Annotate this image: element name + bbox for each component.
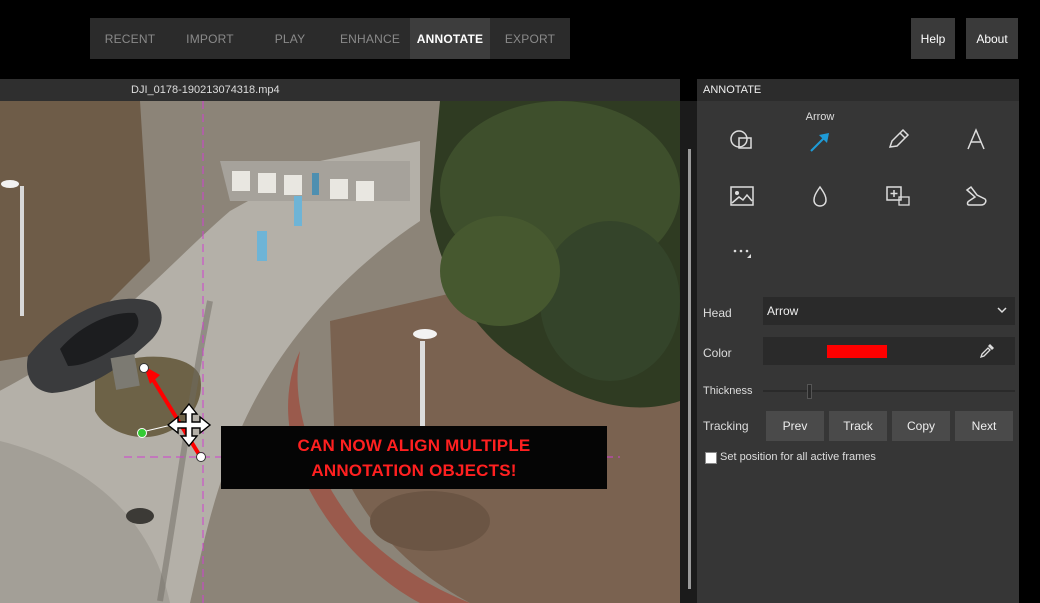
- text-icon: [967, 128, 985, 150]
- pencil-tool-button[interactable]: [873, 117, 923, 161]
- about-button[interactable]: About: [966, 18, 1018, 59]
- panel-title: ANNOTATE: [697, 79, 1019, 101]
- spotlight-icon: [965, 185, 987, 206]
- annotation-text-banner[interactable]: CAN NOW ALIGN MULTIPLE ANNOTATION OBJECT…: [221, 426, 607, 489]
- head-select[interactable]: Arrow: [763, 297, 1015, 325]
- tracking-label: Tracking: [703, 419, 749, 433]
- spotlight-tool-button[interactable]: [951, 174, 1001, 218]
- video-filename: DJI_0178-190213074318.mp4: [131, 84, 280, 96]
- video-scrollbar[interactable]: [680, 101, 697, 603]
- prev-button[interactable]: Prev: [766, 411, 824, 441]
- pencil-icon: [888, 128, 910, 148]
- color-label: Color: [703, 346, 732, 360]
- eyedropper-icon[interactable]: [979, 343, 995, 359]
- copy-button[interactable]: Copy: [892, 411, 950, 441]
- tab-export[interactable]: EXPORT: [490, 18, 570, 59]
- banner-line-2: ANNOTATION OBJECTS!: [311, 461, 517, 480]
- magnify-tool-button[interactable]: [873, 174, 923, 218]
- more-tools-button[interactable]: [717, 231, 767, 275]
- banner-line-1: CAN NOW ALIGN MULTIPLE: [297, 436, 531, 455]
- text-tool-button[interactable]: [951, 117, 1001, 161]
- track-button[interactable]: Track: [829, 411, 887, 441]
- video-canvas[interactable]: CAN NOW ALIGN MULTIPLE ANNOTATION OBJECT…: [0, 101, 680, 603]
- video-file-header: DJI_0178-190213074318.mp4: [0, 79, 680, 101]
- tab-play[interactable]: PLAY: [250, 18, 330, 59]
- color-field[interactable]: [763, 337, 1015, 365]
- tab-recent[interactable]: RECENT: [90, 18, 170, 59]
- move-cursor-icon: [166, 402, 212, 448]
- arrow-tool-label: Arrow: [805, 111, 835, 123]
- blur-drop-icon: [813, 185, 827, 207]
- image-icon: [730, 186, 754, 206]
- color-swatch[interactable]: [827, 345, 887, 358]
- annotate-panel: ANNOTATE Arrow Head Arrow Color Thicknes…: [697, 79, 1019, 603]
- image-tool-button[interactable]: [717, 174, 767, 218]
- set-position-label: Set position for all active frames: [720, 451, 876, 463]
- arrow-tool-button[interactable]: Arrow: [795, 111, 845, 161]
- head-label: Head: [703, 306, 732, 320]
- magnify-region-icon: [886, 186, 910, 206]
- next-button[interactable]: Next: [955, 411, 1013, 441]
- tab-enhance[interactable]: ENHANCE: [330, 18, 410, 59]
- tab-annotate[interactable]: ANNOTATE: [410, 18, 490, 59]
- main-tab-bar: RECENT IMPORT PLAY ENHANCE ANNOTATE EXPO…: [90, 18, 570, 59]
- help-button[interactable]: Help: [911, 18, 955, 59]
- chevron-down-icon: [997, 297, 1007, 337]
- shape-icon: [730, 130, 752, 149]
- window-edge: [1019, 79, 1040, 603]
- scrollbar-thumb[interactable]: [688, 149, 691, 589]
- blur-tool-button[interactable]: [795, 174, 845, 218]
- thickness-slider-track[interactable]: [763, 390, 1015, 392]
- tab-import[interactable]: IMPORT: [170, 18, 250, 59]
- video-frame: [0, 101, 680, 603]
- head-select-value: Arrow: [767, 304, 799, 318]
- thickness-slider-handle[interactable]: [807, 384, 812, 399]
- shape-tool-button[interactable]: [717, 117, 767, 161]
- more-icon: [733, 249, 751, 258]
- arrow-icon: [810, 133, 829, 152]
- set-position-checkbox[interactable]: [705, 452, 717, 464]
- thickness-label: Thickness: [703, 385, 753, 397]
